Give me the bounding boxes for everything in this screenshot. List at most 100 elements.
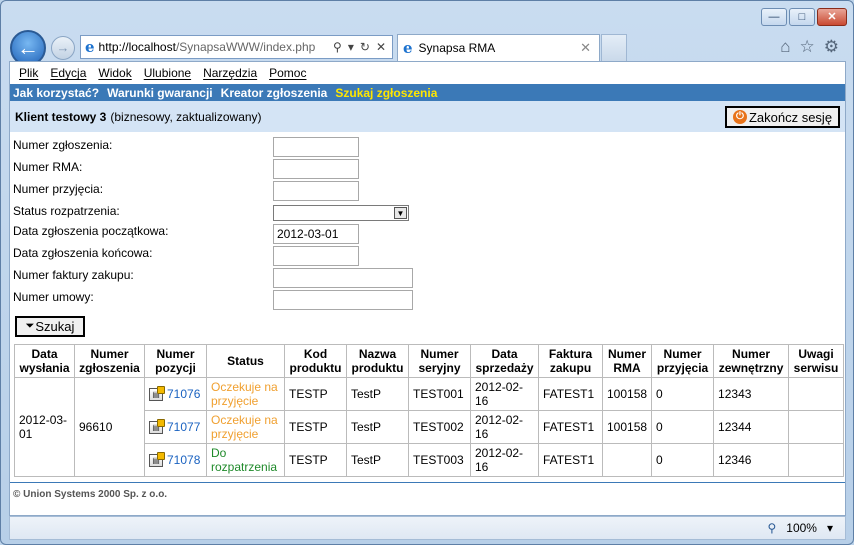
funnel-icon: ⏷ bbox=[25, 320, 35, 332]
label-date-start: Data zgłoszenia początkowa: bbox=[13, 224, 169, 238]
col-product-name: Nazwa produktu bbox=[346, 344, 409, 378]
cell-sale-date: 2012-02-16 bbox=[470, 443, 539, 477]
nav-item-search[interactable]: Szukaj zgłoszenia bbox=[335, 86, 437, 100]
close-button[interactable]: ✕ bbox=[817, 8, 847, 26]
menu-ulubione[interactable]: Ulubione bbox=[144, 66, 191, 80]
edit-item-icon[interactable]: ▤ bbox=[149, 386, 165, 402]
search-button-label: Szukaj bbox=[35, 319, 75, 334]
col-status: Status bbox=[206, 344, 285, 378]
cell-receipt: 0 bbox=[651, 410, 715, 444]
position-link[interactable]: 71078 bbox=[167, 453, 200, 467]
cell-position: ▤ 71078 bbox=[144, 443, 207, 477]
stop-icon[interactable]: ✕ bbox=[376, 40, 386, 54]
status-select[interactable]: ▼ bbox=[273, 205, 409, 221]
col-position-number: Numer pozycji bbox=[144, 344, 207, 378]
label-date-end: Data zgłoszenia końcowa: bbox=[13, 246, 153, 260]
table-header-row: Data wysłania Numer zgłoszenia Numer poz… bbox=[14, 344, 844, 378]
zoom-dropdown-icon[interactable]: ▾ bbox=[827, 521, 833, 535]
menu-narzedzia[interactable]: Narzędzia bbox=[203, 66, 257, 80]
position-link[interactable]: 71077 bbox=[167, 420, 200, 434]
col-product-code: Kod produktu bbox=[284, 344, 347, 378]
browser-tab[interactable]: e Synapsa RMA ✕ bbox=[397, 34, 600, 61]
chevron-down-icon: ▼ bbox=[394, 207, 407, 219]
table-row: 2012-03-01 96610 ▤ 71076 Oczekuje na przy… bbox=[14, 377, 844, 477]
cell-product-name: TestP bbox=[346, 443, 409, 477]
cell-external: 12346 bbox=[713, 443, 790, 477]
request-number-input[interactable] bbox=[273, 137, 359, 157]
gear-icon[interactable]: ⚙ bbox=[824, 37, 839, 57]
search-button[interactable]: ⏷ Szukaj bbox=[15, 316, 85, 337]
nav-item-help[interactable]: Jak korzystać? bbox=[13, 86, 99, 100]
cell-send-date: 2012-03-01 bbox=[14, 377, 75, 477]
cell-product-name: TestP bbox=[346, 377, 409, 411]
menu-pomoc[interactable]: Pomoc bbox=[269, 66, 306, 80]
col-receipt-number: Numer przyjęcia bbox=[651, 344, 715, 378]
menu-widok[interactable]: Widok bbox=[98, 66, 131, 80]
maximize-button[interactable]: □ bbox=[789, 8, 815, 26]
cell-receipt: 0 bbox=[651, 443, 715, 477]
home-icon[interactable]: ⌂ bbox=[780, 37, 790, 57]
col-external-number: Numer zewnętrzny bbox=[713, 344, 790, 378]
search-form: Numer zgłoszenia: Numer RMA: Numer przyj… bbox=[10, 132, 845, 310]
nav-item-wizard[interactable]: Kreator zgłoszenia bbox=[221, 86, 328, 100]
client-bar: Klient testowy 3 (biznesowy, zaktualizow… bbox=[10, 101, 845, 132]
cell-rma: 100158 bbox=[601, 410, 653, 444]
end-session-button[interactable]: ⏻ Zakończ sesję bbox=[725, 106, 840, 128]
end-session-label: Zakończ sesję bbox=[748, 109, 833, 125]
date-start-input[interactable] bbox=[273, 224, 359, 244]
date-end-input[interactable] bbox=[273, 246, 359, 266]
client-name: Klient testowy 3 bbox=[15, 109, 107, 124]
edit-item-icon[interactable]: ▤ bbox=[149, 419, 165, 435]
favorites-star-icon[interactable]: ☆ bbox=[800, 37, 815, 57]
invoice-number-input[interactable] bbox=[273, 268, 413, 288]
address-bar[interactable]: e http://localhost/SynapsaWWW/index.php … bbox=[80, 35, 393, 59]
cell-notes bbox=[788, 377, 844, 411]
nav-item-warranty[interactable]: Warunki gwarancji bbox=[107, 86, 213, 100]
col-invoice: Faktura zakupu bbox=[538, 344, 603, 378]
refresh-icon[interactable]: ↻ bbox=[360, 40, 370, 54]
cell-product-code: TESTP bbox=[284, 443, 347, 477]
search-icon[interactable]: ⚲ bbox=[333, 40, 342, 54]
minimize-button[interactable]: — bbox=[761, 8, 787, 26]
cell-rma bbox=[601, 443, 653, 477]
dropdown-icon[interactable]: ▾ bbox=[348, 40, 354, 54]
rma-number-input[interactable] bbox=[273, 159, 359, 179]
position-link[interactable]: 71076 bbox=[167, 387, 200, 401]
label-contract-number: Numer umowy: bbox=[13, 290, 94, 304]
menu-edycja[interactable]: Edycja bbox=[50, 66, 86, 80]
zoom-level[interactable]: 100% bbox=[786, 521, 817, 535]
top-navigation: Jak korzystać? Warunki gwarancji Kreator… bbox=[10, 84, 845, 101]
col-send-date: Data wysłania bbox=[14, 344, 75, 378]
tab-close-icon[interactable]: ✕ bbox=[580, 40, 591, 56]
label-invoice-number: Numer faktury zakupu: bbox=[13, 268, 134, 282]
cell-serial: TEST003 bbox=[408, 443, 471, 477]
cell-external: 12344 bbox=[713, 410, 790, 444]
url-host: http://localhost bbox=[98, 40, 176, 54]
contract-number-input[interactable] bbox=[273, 290, 413, 310]
cell-product-name: TestP bbox=[346, 410, 409, 444]
cell-status: Oczekuje na przyjęcie bbox=[206, 410, 285, 444]
cell-invoice: FATEST1 bbox=[538, 377, 603, 411]
tab-page-icon: e bbox=[403, 39, 413, 57]
col-sale-date: Data sprzedaży bbox=[470, 344, 539, 378]
address-tools: ⚲ ▾ ↻ ✕ bbox=[333, 40, 392, 54]
new-tab-button[interactable] bbox=[601, 34, 627, 61]
cell-sale-date: 2012-02-16 bbox=[470, 377, 539, 411]
cell-status: Do rozpatrzenia bbox=[206, 443, 285, 477]
edit-item-icon[interactable]: ▤ bbox=[149, 452, 165, 468]
browser-toolbar-icons: ⌂ ☆ ⚙ bbox=[780, 37, 839, 57]
forward-button[interactable]: → bbox=[51, 36, 75, 60]
label-rma-number: Numer RMA: bbox=[13, 160, 83, 174]
cell-notes bbox=[788, 443, 844, 477]
results-table: Data wysłania Numer zgłoszenia Numer poz… bbox=[14, 344, 844, 477]
tab-title: Synapsa RMA bbox=[418, 41, 496, 55]
cell-sale-date: 2012-02-16 bbox=[470, 410, 539, 444]
status-bar: ⚲ 100% ▾ bbox=[9, 516, 846, 540]
cell-serial: TEST001 bbox=[408, 377, 471, 411]
window-controls: — □ ✕ bbox=[759, 8, 847, 26]
cell-product-code: TESTP bbox=[284, 377, 347, 411]
receipt-number-input[interactable] bbox=[273, 181, 359, 201]
label-receipt-number: Numer przyjęcia: bbox=[13, 182, 104, 196]
menu-plik[interactable]: Plik bbox=[19, 66, 38, 80]
cell-notes bbox=[788, 410, 844, 444]
